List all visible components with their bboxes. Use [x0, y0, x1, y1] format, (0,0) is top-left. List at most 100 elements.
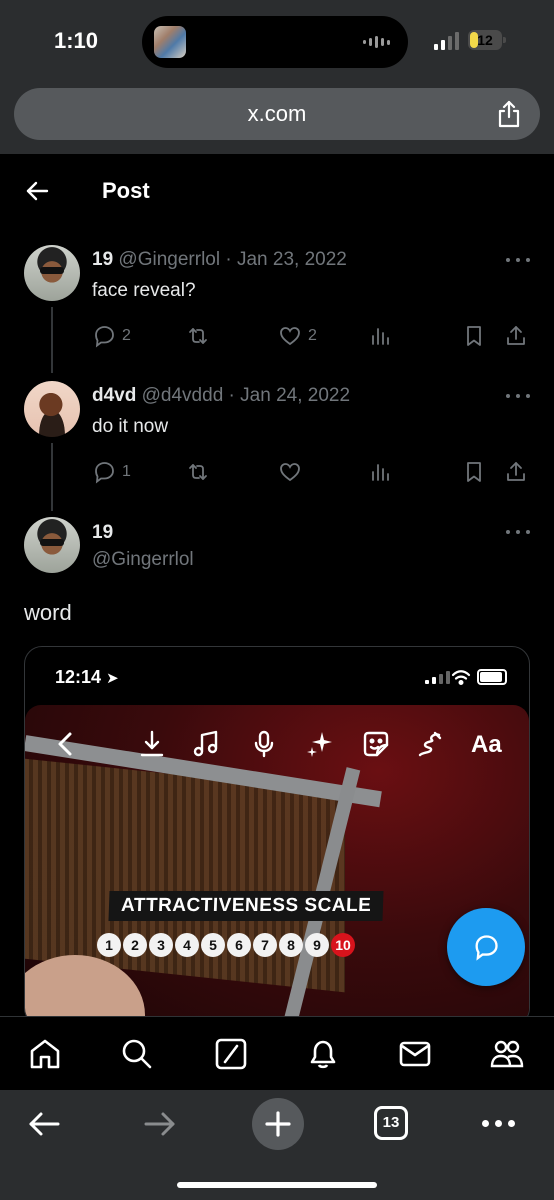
scale-number: 8 [279, 933, 303, 957]
dynamic-island [142, 16, 408, 68]
tweet-author[interactable]: d4vd @d4vddd · Jan 24, 2022 [92, 385, 350, 407]
home-indicator [177, 1182, 377, 1188]
like-count: 2 [308, 327, 317, 344]
scale-number: 10 [331, 933, 355, 957]
like-button[interactable]: 2 [278, 323, 317, 349]
now-playing-thumbnail[interactable] [154, 26, 186, 58]
repost-icon [189, 464, 207, 480]
scale-number: 9 [305, 933, 329, 957]
author-handle[interactable]: @d4vddd [142, 385, 224, 406]
tab-switcher-button[interactable]: 13 [374, 1106, 408, 1140]
tweet-author[interactable]: 19 @Gingerrlol · Jan 23, 2022 [92, 249, 347, 271]
more-options-icon[interactable] [506, 530, 530, 536]
bookmark-icon [467, 326, 481, 346]
more-options-icon[interactable] [506, 394, 530, 400]
tweet-date[interactable]: Jan 24, 2022 [240, 385, 350, 406]
scale-number: 3 [149, 933, 173, 957]
share-button[interactable] [504, 459, 528, 485]
author-name[interactable]: 19 [92, 522, 113, 544]
repost-button[interactable] [186, 459, 210, 485]
microphone-icon[interactable] [249, 729, 279, 759]
avatar[interactable] [24, 517, 80, 573]
text-tool-button[interactable]: Aa [471, 731, 502, 759]
post-text: word [24, 600, 72, 625]
search-icon[interactable] [120, 1037, 154, 1071]
meta-separator: · [223, 385, 241, 406]
notifications-icon[interactable] [306, 1037, 340, 1071]
grok-icon[interactable] [214, 1037, 248, 1071]
url-bar[interactable]: x.com [14, 88, 540, 140]
reply-count: 1 [122, 463, 131, 480]
audio-wave-icon [363, 36, 390, 48]
browser-menu-icon[interactable] [482, 1120, 515, 1127]
more-options-icon[interactable] [506, 258, 530, 264]
like-button[interactable] [278, 459, 302, 485]
url-text: x.com [247, 101, 307, 126]
reply-bubble-icon [475, 935, 498, 961]
battery-level: 12 [477, 32, 493, 48]
plus-icon [265, 1111, 291, 1137]
heart-icon [280, 327, 300, 346]
views-button[interactable] [368, 323, 392, 349]
download-icon[interactable] [137, 729, 167, 759]
wifi-icon [451, 670, 471, 685]
scale-numbers: 1 2 3 4 5 6 7 8 9 10 [97, 933, 355, 957]
chevron-left-icon[interactable] [51, 729, 81, 759]
story-photo: Aa ATTRACTIVENESS SCALE 1 2 3 4 5 6 7 8 … [25, 705, 529, 1025]
sparkles-icon[interactable] [305, 729, 335, 759]
home-icon[interactable] [28, 1037, 62, 1071]
share-button[interactable] [504, 323, 528, 349]
share-icon [507, 326, 525, 345]
author-handle[interactable]: @Gingerrlol [92, 549, 194, 571]
browser-top-bar: 1:10 12 x.com [0, 0, 554, 154]
sticker-icon[interactable] [361, 729, 391, 759]
scale-number: 7 [253, 933, 277, 957]
messages-icon[interactable] [398, 1037, 432, 1071]
story-toolbar: Aa [25, 705, 529, 785]
bookmark-button[interactable] [462, 323, 486, 349]
reply-button[interactable]: 1 [92, 459, 131, 485]
browser-back-icon[interactable] [26, 1106, 62, 1142]
scale-number: 5 [201, 933, 225, 957]
bookmark-icon [467, 462, 481, 482]
tweet-date[interactable]: Jan 23, 2022 [237, 249, 347, 270]
post-header: Post [0, 154, 554, 228]
tweet-text: do it now [92, 416, 169, 437]
bookmark-button[interactable] [462, 459, 486, 485]
media-battery-icon [477, 669, 507, 685]
scale-number: 2 [123, 933, 147, 957]
thread-line [51, 443, 53, 511]
share-icon[interactable] [496, 100, 522, 128]
bottom-navigation [0, 1016, 554, 1090]
back-arrow-icon[interactable] [24, 178, 50, 204]
heart-icon [280, 463, 300, 482]
media-signal-icon [425, 671, 450, 684]
new-tab-button[interactable] [252, 1098, 304, 1150]
share-icon [507, 462, 525, 481]
reply-button[interactable]: 2 [92, 323, 131, 349]
views-icon [372, 328, 389, 345]
views-icon [372, 464, 389, 481]
author-name[interactable]: d4vd [92, 385, 136, 406]
avatar[interactable] [24, 245, 80, 301]
page-title: Post [102, 178, 150, 203]
media-time: 12:14 [55, 667, 102, 687]
scale-number: 4 [175, 933, 199, 957]
repost-button[interactable] [186, 323, 210, 349]
thread-line [51, 307, 53, 373]
views-button[interactable] [368, 459, 392, 485]
reply-icon [95, 326, 114, 348]
music-icon[interactable] [191, 729, 221, 759]
browser-forward-icon[interactable] [142, 1106, 178, 1142]
author-handle[interactable]: @Gingerrlol [118, 249, 220, 270]
communities-icon[interactable] [490, 1037, 524, 1071]
scribble-icon[interactable] [415, 729, 445, 759]
tweet-actions: 2 2 [92, 323, 532, 349]
tweet-actions: 1 [92, 459, 532, 485]
author-name[interactable]: 19 [92, 249, 113, 270]
scale-number: 1 [97, 933, 121, 957]
battery-icon: 12 [468, 30, 502, 50]
avatar[interactable] [24, 381, 80, 437]
status-time: 1:10 [54, 28, 99, 53]
compose-reply-button[interactable] [447, 908, 525, 986]
